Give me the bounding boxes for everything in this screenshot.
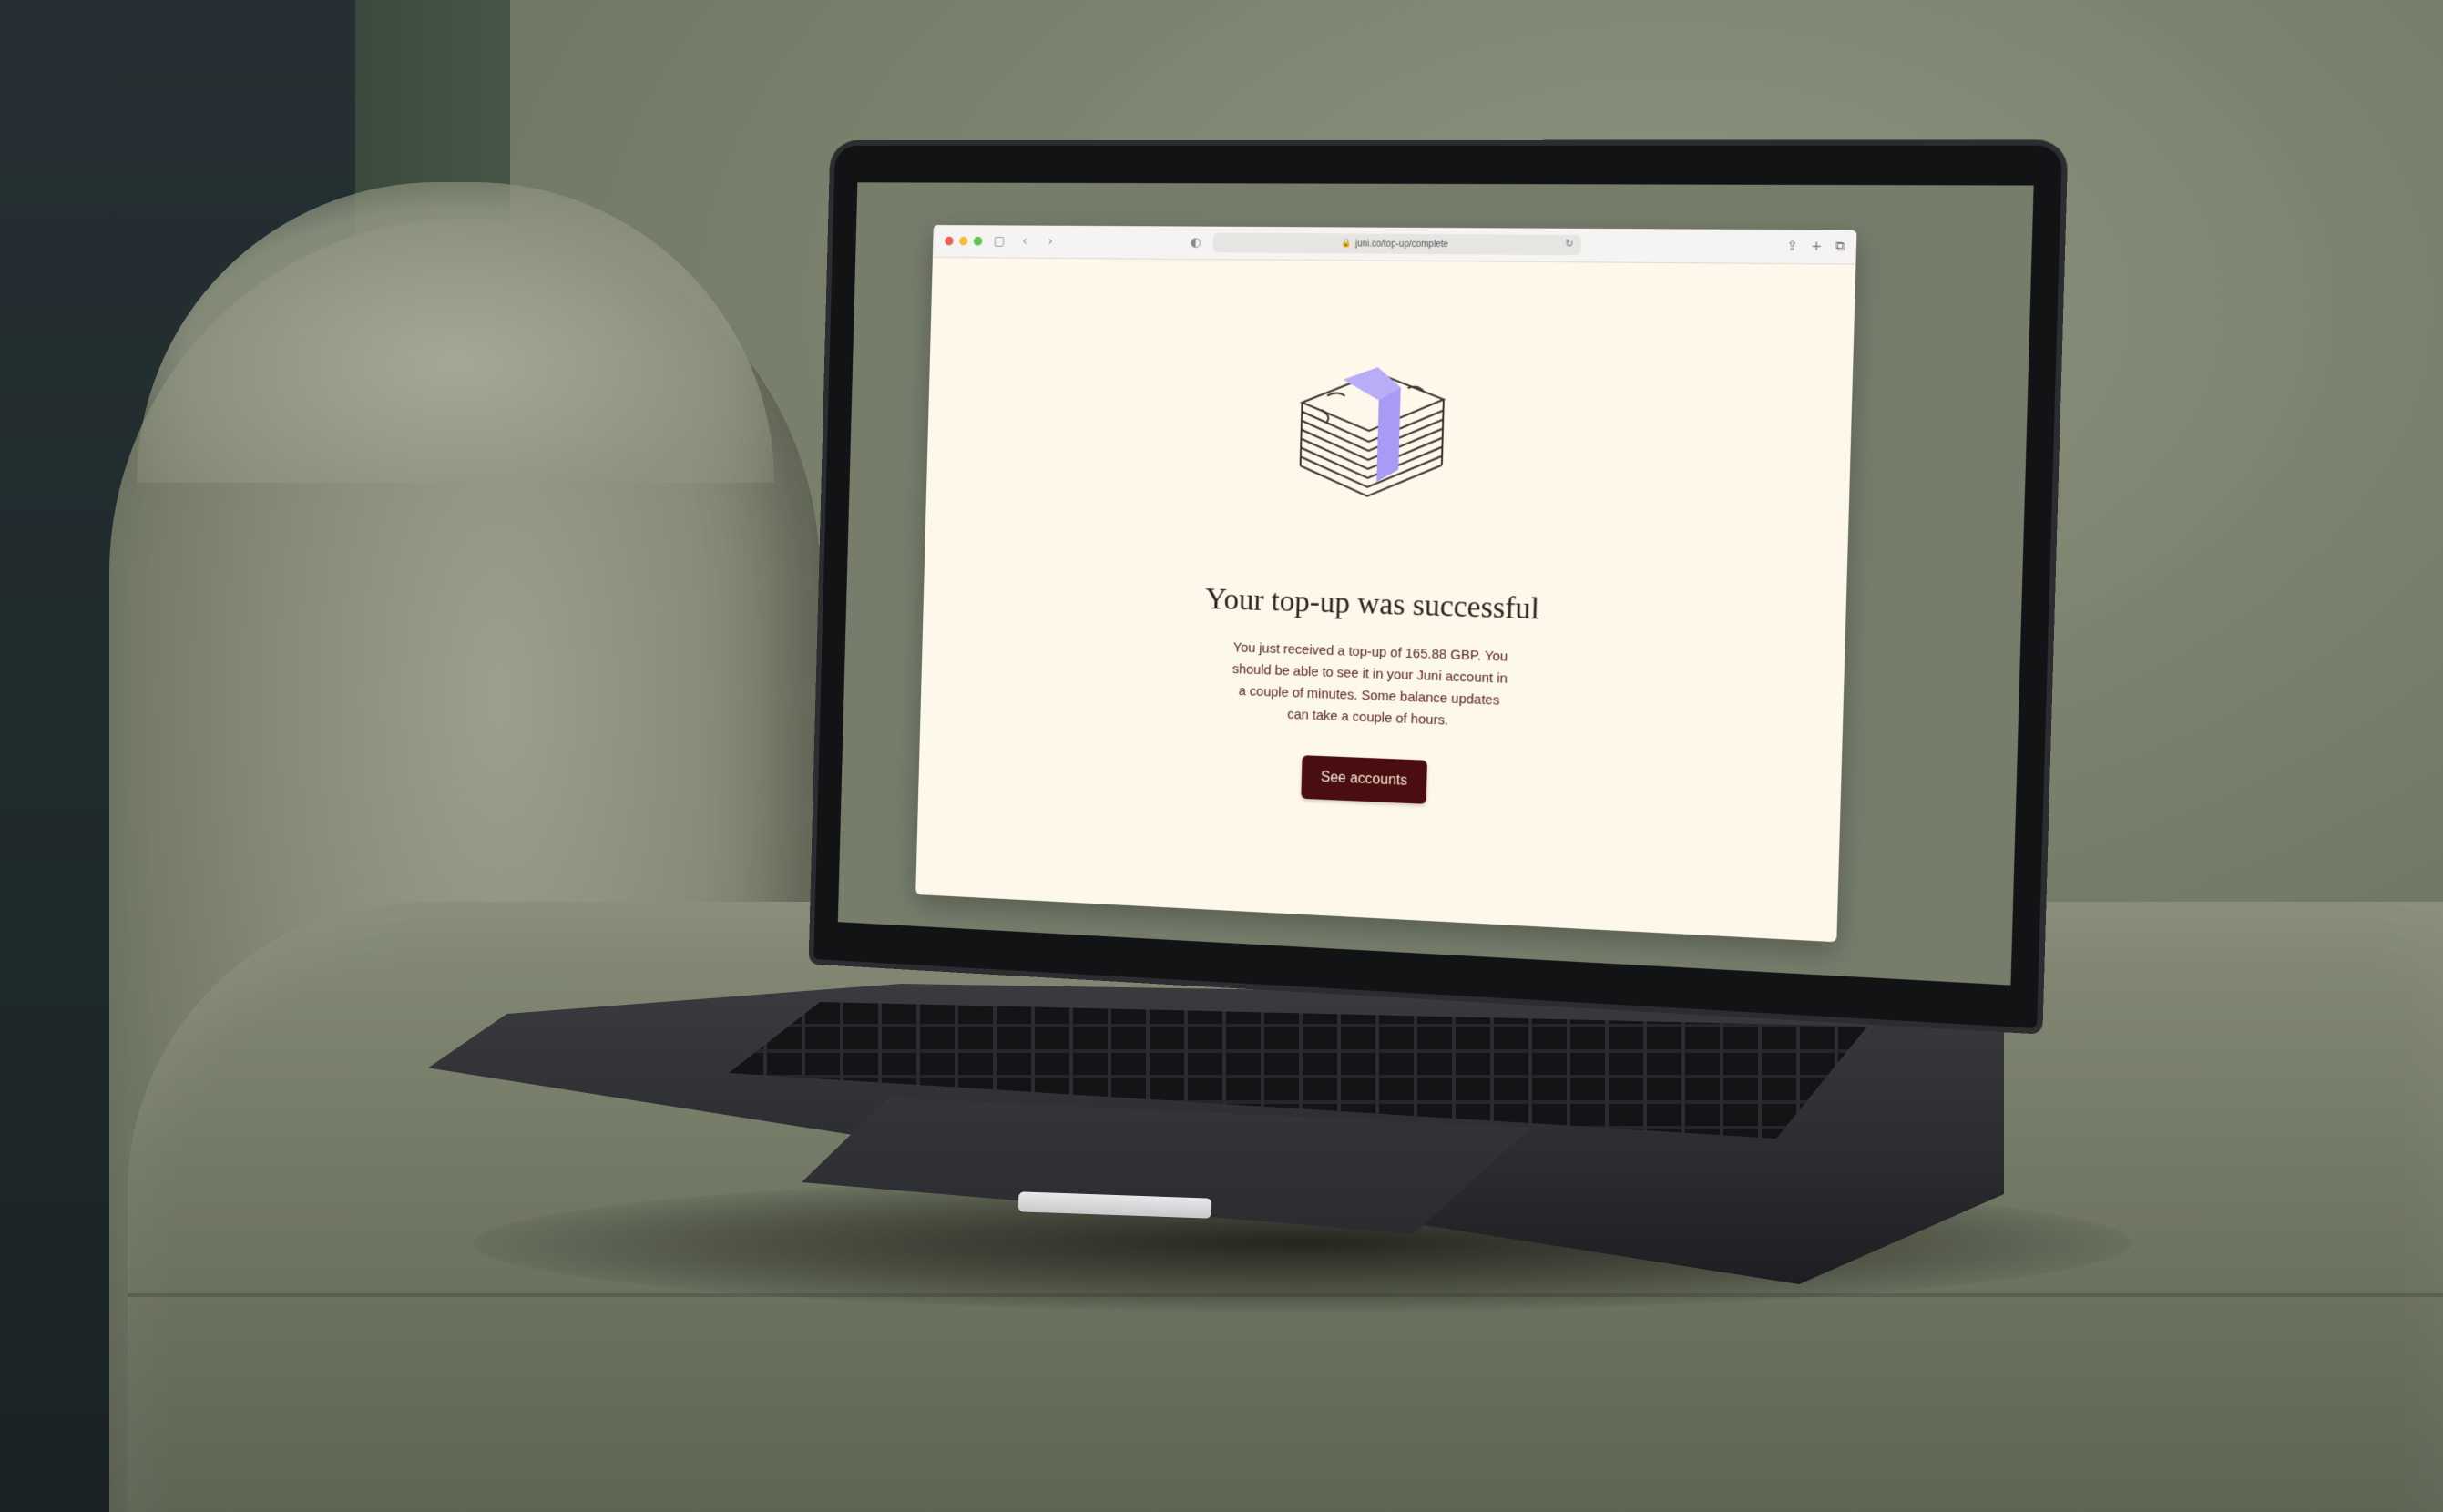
sidebar-icon[interactable]: ▢ <box>990 232 1007 250</box>
back-icon[interactable]: ‹ <box>1016 232 1033 250</box>
url-text: juni.co/top-up/complete <box>1354 238 1449 250</box>
page-content: Your top-up was successful You just rece… <box>915 257 1855 942</box>
window-controls <box>945 236 983 246</box>
laptop-lid-wrapper: ▢ ‹ › ◐ 🔒 juni.co/top-up/complete ↻ ⇪ + <box>792 145 2062 1029</box>
toolbar-right-actions: ⇪ + ⧉ <box>1786 239 1845 254</box>
privacy-shield-icon[interactable]: ◐ <box>1187 233 1205 251</box>
success-message: You just received a top-up of 165.88 GBP… <box>1232 639 1508 729</box>
minimize-window-button[interactable] <box>958 236 968 246</box>
new-tab-icon[interactable]: + <box>1811 240 1823 255</box>
photo-backdrop: ▢ ‹ › ◐ 🔒 juni.co/top-up/complete ↻ ⇪ + <box>0 0 2443 1512</box>
forward-icon[interactable]: › <box>1041 232 1058 250</box>
address-bar[interactable]: 🔒 juni.co/top-up/complete ↻ <box>1212 232 1581 256</box>
reload-icon[interactable]: ↻ <box>1565 238 1574 250</box>
money-stack-illustration <box>1289 366 1454 516</box>
laptop-lid: ▢ ‹ › ◐ 🔒 juni.co/top-up/complete ↻ ⇪ + <box>813 145 2062 1029</box>
tabs-overview-icon[interactable]: ⧉ <box>1835 240 1845 255</box>
browser-window: ▢ ‹ › ◐ 🔒 juni.co/top-up/complete ↻ ⇪ + <box>915 225 1857 943</box>
close-window-button[interactable] <box>945 236 954 246</box>
page-title: Your top-up was successful <box>1204 582 1540 627</box>
laptop-display: ▢ ‹ › ◐ 🔒 juni.co/top-up/complete ↻ ⇪ + <box>837 182 2034 986</box>
lock-icon: 🔒 <box>1341 239 1353 249</box>
see-accounts-button[interactable]: See accounts <box>1301 755 1427 804</box>
share-icon[interactable]: ⇪ <box>1786 239 1798 253</box>
zoom-window-button[interactable] <box>973 236 983 246</box>
